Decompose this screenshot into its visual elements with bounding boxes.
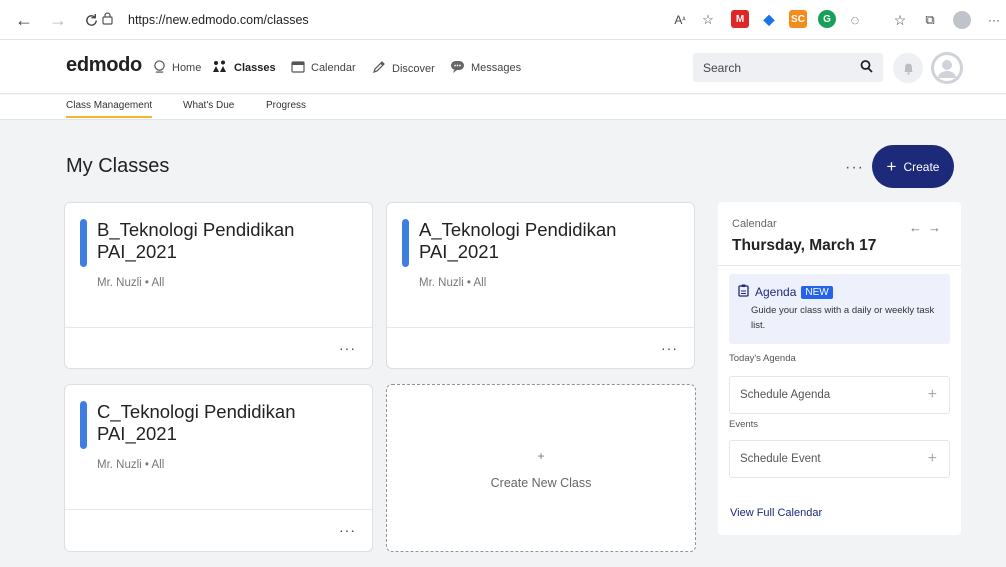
schedule-event-button[interactable]: Schedule Event + (729, 440, 950, 478)
card-divider (65, 509, 372, 510)
class-meta: Mr. Nuzli • All (419, 277, 487, 289)
profile-icon[interactable] (950, 8, 974, 32)
create-new-class-label: Create New Class (490, 476, 592, 490)
plus-icon: + (886, 157, 897, 176)
browser-toolbar: ← → https://new.edmodo.com/classes Aᴬ ☆ … (0, 0, 1006, 40)
calendar-divider (718, 265, 961, 266)
search-placeholder: Search (703, 60, 742, 75)
back-icon[interactable]: ← (12, 8, 36, 32)
tab-class-management[interactable]: Class Management (66, 100, 153, 118)
home-icon (153, 60, 166, 76)
nav-calendar-label: Calendar (311, 62, 356, 74)
read-aloud-icon[interactable]: Aᴬ (668, 8, 692, 32)
create-button-label: Create (903, 159, 940, 174)
nav-home-label: Home (172, 62, 202, 74)
search-input[interactable]: Search (693, 53, 883, 82)
schedule-event-label: Schedule Event (740, 453, 821, 465)
nav-messages[interactable]: Messages (450, 60, 521, 76)
nav-home[interactable]: Home (153, 60, 201, 76)
nav-discover-label: Discover (392, 62, 435, 75)
class-card[interactable]: B_Teknologi Pendidikan PAI_2021 Mr. Nuzl… (64, 202, 373, 369)
nav-classes-label: Classes (234, 62, 276, 74)
add-icon: + (927, 386, 937, 403)
card-menu-icon[interactable]: ··· (661, 340, 678, 356)
edmodo-logo[interactable]: edmodo (66, 54, 142, 77)
sub-navigation: Class Management What's Due Progress (0, 95, 1006, 120)
discover-icon (372, 60, 386, 77)
card-menu-icon[interactable]: ··· (339, 340, 356, 356)
new-badge: NEW (801, 285, 833, 299)
classes-icon (212, 60, 228, 76)
class-color-bar (80, 219, 87, 267)
class-meta: Mr. Nuzli • All (97, 277, 165, 289)
search-icon[interactable] (860, 59, 873, 77)
class-name[interactable]: B_Teknologi Pendidikan PAI_2021 (97, 219, 357, 263)
forward-icon[interactable]: → (46, 8, 70, 32)
events-heading: Events (729, 419, 759, 430)
extension-sc-icon[interactable]: SC (789, 10, 807, 28)
calendar-label: Calendar (732, 218, 777, 230)
create-new-class-card[interactable]: + Create New Class (386, 384, 696, 552)
schedule-agenda-label: Schedule Agenda (740, 389, 831, 401)
more-options-icon[interactable]: ··· (845, 159, 864, 177)
calendar-nav-arrows: ←→ (909, 220, 947, 235)
class-name[interactable]: C_Teknologi Pendidikan PAI_2021 (97, 401, 357, 445)
favorite-icon[interactable]: ☆ (696, 8, 720, 32)
url-text: https://new.edmodo.com/classes (128, 12, 309, 27)
address-bar[interactable]: https://new.edmodo.com/classes (102, 6, 662, 33)
class-card[interactable]: A_Teknologi Pendidikan PAI_2021 Mr. Nuzl… (386, 202, 695, 369)
calendar-icon (291, 60, 305, 76)
extension-diamond-icon[interactable]: ◆ (760, 10, 778, 28)
create-button[interactable]: + Create (872, 145, 954, 188)
calendar-date: Thursday, March 17 (732, 237, 877, 254)
agenda-promo[interactable]: Agenda NEW Guide your class with a daily… (729, 274, 950, 344)
nav-discover[interactable]: Discover (372, 60, 435, 77)
class-name[interactable]: A_Teknologi Pendidikan PAI_2021 (419, 219, 679, 263)
tab-progress[interactable]: Progress (266, 100, 306, 111)
agenda-icon (738, 284, 749, 300)
class-card[interactable]: C_Teknologi Pendidikan PAI_2021 Mr. Nuzl… (64, 384, 373, 552)
class-meta: Mr. Nuzli • All (97, 459, 165, 471)
nav-classes[interactable]: Classes (212, 60, 276, 76)
arrow-left-icon[interactable]: ← (909, 220, 928, 235)
nav-calendar[interactable]: Calendar (291, 60, 356, 76)
card-divider (387, 327, 694, 328)
extension-grammarly-icon[interactable]: G (818, 10, 836, 28)
page-title: My Classes (66, 155, 170, 177)
messages-icon (450, 60, 465, 76)
tab-whats-due[interactable]: What's Due (183, 100, 234, 111)
extensions-icon[interactable]: ◌ (843, 8, 867, 32)
collections-icon[interactable]: ⧉ (918, 8, 942, 32)
agenda-title: Agenda (755, 285, 797, 299)
lock-icon (102, 11, 120, 28)
plus-icon: + (537, 449, 545, 463)
calendar-panel: Calendar Thursday, March 17 ←→ Agenda NE… (718, 202, 961, 535)
nav-messages-label: Messages (471, 62, 522, 74)
user-avatar[interactable] (931, 52, 963, 84)
reload-icon[interactable] (79, 8, 103, 32)
class-color-bar (80, 401, 87, 449)
add-icon: + (927, 450, 937, 467)
notifications-bell-icon[interactable] (893, 53, 923, 83)
card-divider (65, 327, 372, 328)
view-full-calendar-link[interactable]: View Full Calendar (730, 507, 822, 519)
class-color-bar (402, 219, 409, 267)
extension-red-icon[interactable]: M (731, 10, 749, 28)
card-menu-icon[interactable]: ··· (339, 522, 356, 538)
arrow-right-icon[interactable]: → (928, 220, 947, 235)
todays-agenda-heading: Today's Agenda (729, 353, 796, 364)
agenda-description: Guide your class with a daily or weekly … (751, 305, 935, 331)
app-navbar: edmodo Home Classes Calendar Discover Me… (0, 40, 1006, 94)
favorites-list-icon[interactable]: ☆ (888, 8, 912, 32)
browser-menu-icon[interactable]: ··· (982, 8, 1006, 32)
schedule-agenda-button[interactable]: Schedule Agenda + (729, 376, 950, 414)
